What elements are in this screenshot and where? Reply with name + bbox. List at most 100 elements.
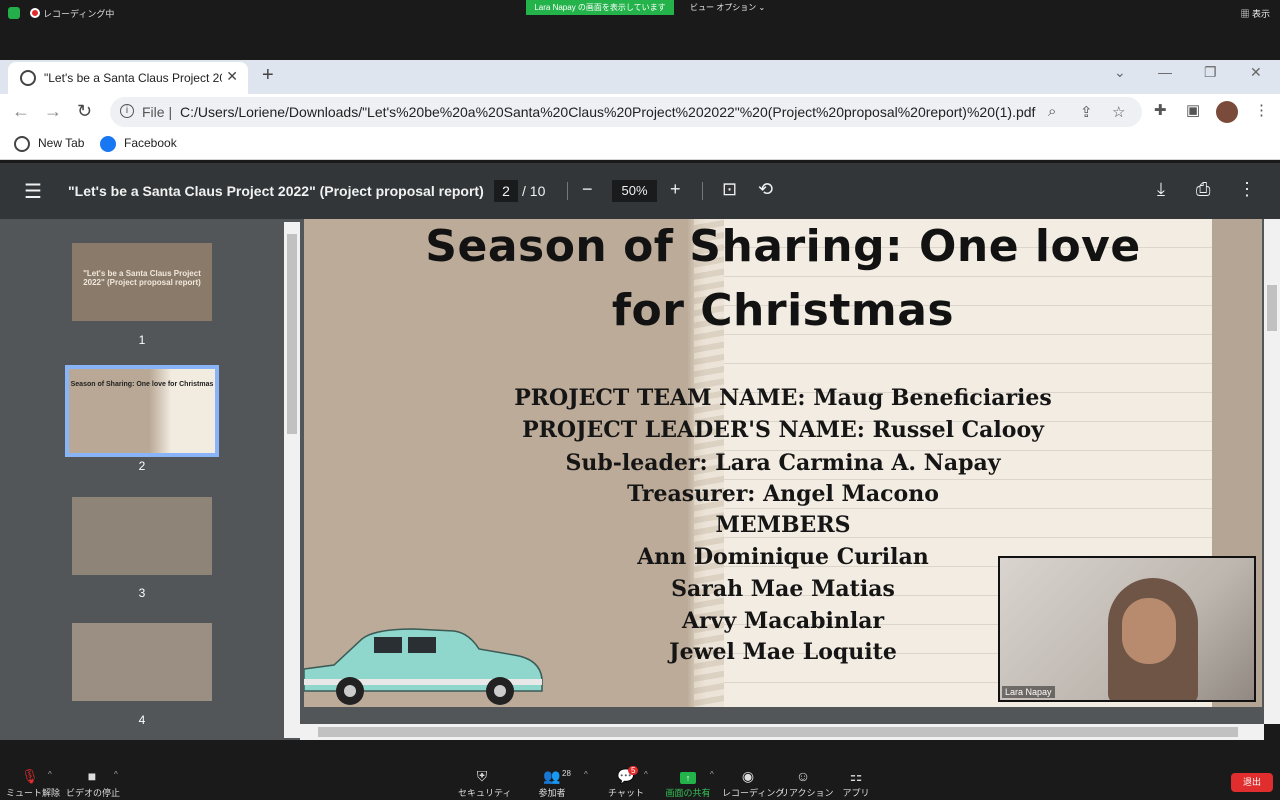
extensions-icon[interactable]: ✚ <box>1154 101 1167 119</box>
page-heading-line-2: for Christmas <box>611 285 955 336</box>
chevron-up-icon[interactable]: ^ <box>584 770 588 779</box>
record-icon: ◉ <box>741 768 755 784</box>
back-icon[interactable]: ← <box>12 101 30 122</box>
close-window-button[interactable]: ✕ <box>1250 64 1262 81</box>
fit-page-icon[interactable]: ⊡ <box>722 179 737 200</box>
view-options-button[interactable]: ビュー オプション ⌄ <box>690 2 765 13</box>
thumbnail-number: 3 <box>138 586 146 600</box>
close-tab-icon[interactable]: ✕ <box>226 68 238 85</box>
security-shield-icon <box>8 7 20 19</box>
pdf-toolbar: ☰ "Let's be a Santa Claus Project 2022" … <box>0 163 1280 219</box>
treasurer-line: Treasurer: Angel Macono <box>627 481 939 507</box>
facebook-icon <box>100 136 116 152</box>
thumbnail-page-1[interactable]: "Let's be a Santa Claus Project 2022" (P… <box>72 243 212 321</box>
apps-label: アプリ <box>842 788 870 798</box>
leader-line: PROJECT LEADER'S NAME: Russel Calooy <box>522 417 1044 443</box>
browser-tab-bar: "Let's be a Santa Claus Project 20 ✕ + ⌄… <box>0 60 1280 94</box>
sharing-banner: Lara Napay の画面を表示しています <box>526 0 674 15</box>
stop-video-button[interactable]: ■ ビデオの停止 <box>66 740 120 800</box>
more-actions-icon[interactable]: ⋮ <box>1238 179 1256 200</box>
members-heading: MEMBERS <box>715 512 851 538</box>
zoom-out-icon[interactable]: − <box>582 179 593 200</box>
scrollbar-thumb[interactable] <box>1267 285 1277 331</box>
star-icon[interactable]: ☆ <box>1112 103 1125 121</box>
rotate-icon[interactable]: ⟲ <box>758 179 773 200</box>
bookmark-facebook[interactable]: Facebook <box>124 136 177 150</box>
reload-icon[interactable]: ↻ <box>77 101 92 122</box>
url-text[interactable]: C:/Users/Loriene/Downloads/"Let's%20be%2… <box>180 104 1035 120</box>
globe-icon <box>20 70 36 86</box>
forward-icon[interactable]: → <box>44 101 62 122</box>
more-menu-icon[interactable]: ⋮ <box>1254 101 1269 119</box>
leave-button[interactable]: 退出 <box>1231 773 1273 792</box>
thumbnail-number: 1 <box>138 333 146 347</box>
thumbnail-sidebar: "Let's be a Santa Claus Project 2022" (P… <box>0 219 284 740</box>
tab-search-icon[interactable]: ⌄ <box>1114 64 1126 81</box>
share-screen-button[interactable]: ↑ 画面の共有 <box>664 740 712 800</box>
security-button[interactable]: ⛨ セキュリティ <box>458 740 512 800</box>
participants-label: 参加者 <box>538 788 566 798</box>
video-camera-icon: ■ <box>87 768 97 784</box>
thumbnail-title: Season of Sharing: One love for Christma… <box>70 381 214 388</box>
zoom-control-bar: 🎙 ミュート解除 ^ ■ ビデオの停止 ^ ⛨ セキュリティ 👥 参加者 28 … <box>0 740 1280 800</box>
profile-avatar[interactable] <box>1216 101 1238 123</box>
chevron-up-icon[interactable]: ^ <box>114 770 118 779</box>
shield-icon: ⛨ <box>476 768 488 784</box>
thumbnail-number: 2 <box>138 459 146 473</box>
vintage-car-illustration <box>304 628 543 705</box>
unmute-button[interactable]: 🎙 ミュート解除 <box>6 740 61 800</box>
browser-tab[interactable]: "Let's be a Santa Claus Project 20 ✕ <box>8 62 248 94</box>
page-number-input[interactable]: 2 <box>494 180 518 202</box>
menu-icon[interactable]: ☰ <box>24 179 42 204</box>
toolbar-divider <box>702 182 703 200</box>
reactions-label: リアクション <box>780 788 834 798</box>
side-panel-icon[interactable]: ▣ <box>1186 101 1200 119</box>
bookmark-new-tab[interactable]: New Tab <box>38 136 84 150</box>
chevron-up-icon[interactable]: ^ <box>710 770 714 779</box>
new-tab-button[interactable]: + <box>262 64 274 87</box>
scrollbar-thumb[interactable] <box>287 234 297 434</box>
download-icon[interactable]: ⤓ <box>1157 179 1165 200</box>
scrollbar-thumb[interactable] <box>318 727 1238 737</box>
participant-face <box>1122 598 1176 664</box>
participant-video[interactable]: Lara Napay <box>998 556 1256 702</box>
recording-button[interactable]: ◉ レコーディング <box>722 740 784 800</box>
tab-title: "Let's be a Santa Claus Project 20 <box>44 71 222 85</box>
zoom-in-icon[interactable]: + <box>670 179 681 200</box>
omnibox[interactable]: i File | C:/Users/Loriene/Downloads/"Let… <box>110 97 1142 127</box>
chat-icon: 💬 <box>617 768 635 784</box>
thumbnail-number: 4 <box>138 713 146 727</box>
chat-label: チャット <box>608 788 644 798</box>
zoom-icon[interactable]: ⌕ <box>1048 103 1056 120</box>
apps-button[interactable]: ⚏ アプリ <box>838 740 874 800</box>
share-icon[interactable]: ⇪ <box>1080 103 1093 121</box>
restore-button[interactable]: ❐ <box>1204 64 1217 81</box>
page-heading-line-1: Season of Sharing: One love <box>425 221 1141 272</box>
chat-button[interactable]: 💬 チャット <box>606 740 646 800</box>
thumbnail-page-4[interactable] <box>72 623 212 701</box>
zoom-input[interactable]: 50% <box>612 180 657 202</box>
apps-icon: ⚏ <box>849 768 863 784</box>
thumbnail-scrollbar[interactable] <box>284 222 300 738</box>
security-label: セキュリティ <box>458 788 512 798</box>
reactions-button[interactable]: ☺ リアクション <box>780 740 834 800</box>
unmute-label: ミュート解除 <box>6 788 61 798</box>
microphone-muted-icon: 🎙 <box>21 768 39 784</box>
share-screen-label: 画面の共有 <box>665 788 711 798</box>
minimize-button[interactable]: — <box>1158 64 1172 80</box>
zoom-top-bar: レコーディング中 Lara Napay の画面を表示しています ビュー オプショ… <box>0 0 1280 60</box>
thumbnail-page-3[interactable] <box>72 497 212 575</box>
horizontal-scrollbar[interactable] <box>300 724 1264 740</box>
thumbnail-page-2[interactable]: Season of Sharing: One love for Christma… <box>65 365 219 457</box>
recording-icon <box>30 8 40 18</box>
show-button[interactable]: ▦ 表示 <box>1240 7 1270 20</box>
bookmarks-bar: New Tab Facebook <box>0 130 1280 160</box>
print-icon[interactable]: ⎙ <box>1196 179 1210 200</box>
info-icon[interactable]: i <box>120 104 134 118</box>
team-name-line: PROJECT TEAM NAME: Maug Beneficiaries <box>514 385 1052 411</box>
recording-status: レコーディング中 <box>43 9 115 19</box>
chevron-up-icon[interactable]: ^ <box>644 770 648 779</box>
document-scrollbar[interactable] <box>1264 219 1280 724</box>
participant-name: Lara Napay <box>1002 686 1055 698</box>
chevron-up-icon[interactable]: ^ <box>48 770 52 779</box>
